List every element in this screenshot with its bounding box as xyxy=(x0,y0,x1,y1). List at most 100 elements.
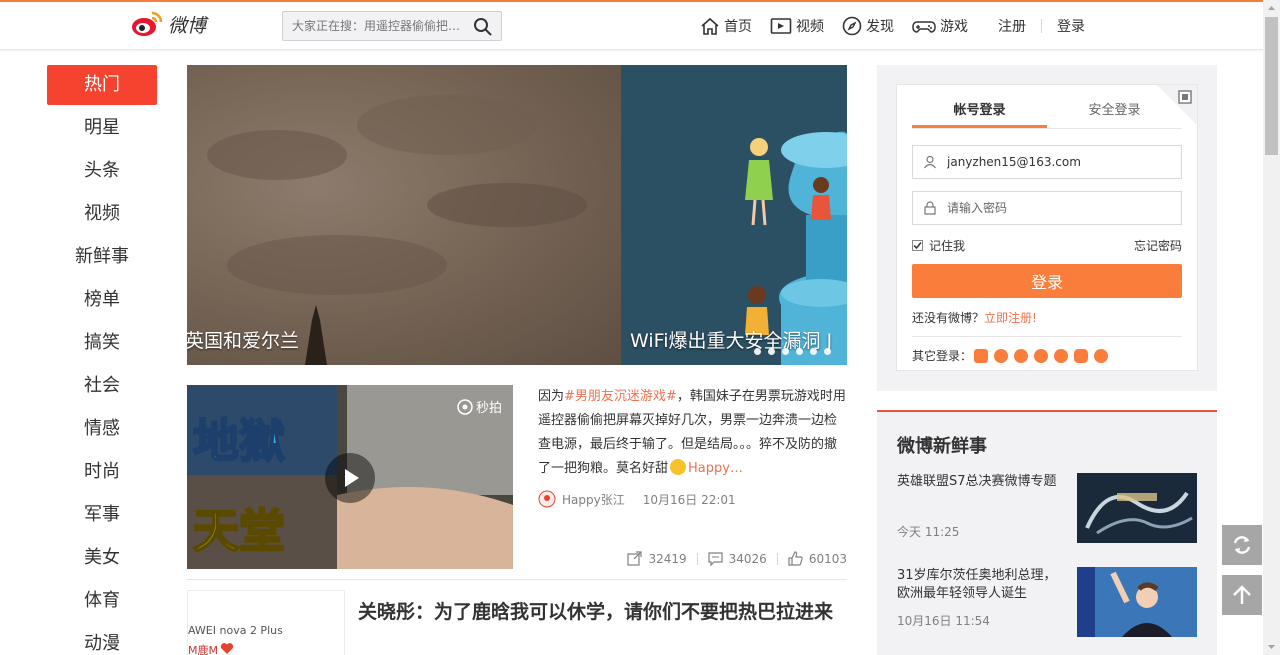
logo-text: 微博 xyxy=(168,14,207,37)
category-funny[interactable]: 搞笑 xyxy=(47,323,157,366)
banner-wifi-illustration xyxy=(745,131,847,365)
tianyi-login-icon[interactable] xyxy=(1034,348,1049,363)
carousel-dot[interactable] xyxy=(824,348,831,355)
other-login: 其它登录： xyxy=(912,347,1109,364)
play-button[interactable] xyxy=(325,453,375,503)
category-hot[interactable]: 热门 xyxy=(47,65,157,105)
stat-divider xyxy=(776,552,778,565)
share-stat[interactable]: 32419 xyxy=(627,551,687,566)
feed-item: AWEI nova 2 Plus M鹿M 关晓彤：为了鹿晗我可以休学，请你们不要… xyxy=(187,590,847,655)
post-time: 10月16日 22:01 xyxy=(642,492,736,507)
carousel-dot[interactable] xyxy=(796,348,803,355)
password-input[interactable] xyxy=(947,192,1177,224)
paw-login-icon[interactable] xyxy=(1094,348,1109,363)
feed-title[interactable]: 关晓彤：为了鹿晗我可以休学，请你们不要把热巴拉进来 xyxy=(358,600,848,625)
search-input[interactable] xyxy=(283,12,468,40)
scroll-up-arrow-icon[interactable] xyxy=(1263,0,1280,17)
register-link[interactable]: 注册 xyxy=(998,16,1026,36)
comment-stat[interactable]: 34026 xyxy=(708,551,767,566)
back-to-top-button[interactable] xyxy=(1222,575,1262,615)
remember-label: 记住我 xyxy=(929,239,966,253)
category-society[interactable]: 社会 xyxy=(47,366,157,409)
category-stars[interactable]: 明星 xyxy=(47,108,157,151)
username-field xyxy=(912,145,1182,179)
feed-text: 因为#男朋友沉迷游戏#，韩国妹子在男票玩游戏时用遥控器偷偷把屏幕灭掉好几次，男票… xyxy=(538,385,848,481)
category-fashion[interactable]: 时尚 xyxy=(47,452,157,495)
nav-games[interactable]: 游戏 xyxy=(912,16,968,36)
feed-thumbnail[interactable]: AWEI nova 2 Plus M鹿M xyxy=(187,590,345,655)
login-link[interactable]: 登录 xyxy=(1057,16,1085,36)
news-item-text[interactable]: 英雄联盟S7总决赛微博专题 xyxy=(897,473,1062,491)
carousel-dot[interactable] xyxy=(754,348,761,355)
stat-divider xyxy=(696,552,698,565)
nav-video[interactable]: 视频 xyxy=(770,16,824,36)
category-military[interactable]: 军事 xyxy=(47,495,157,538)
checkmark-icon xyxy=(913,242,922,250)
search-box xyxy=(282,11,502,41)
category-beauty[interactable]: 美女 xyxy=(47,538,157,581)
scrollbar-thumb[interactable] xyxy=(1265,17,1278,155)
page: 微博 首页 视频 xyxy=(0,0,1280,655)
category-anime[interactable]: 动漫 xyxy=(47,624,157,655)
nav-discover[interactable]: 发现 xyxy=(842,16,894,36)
username-input[interactable] xyxy=(947,146,1177,178)
flower-login-icon[interactable] xyxy=(1074,348,1089,363)
category-video[interactable]: 视频 xyxy=(47,194,157,237)
tab-account-login[interactable]: 帐号登录 xyxy=(912,97,1047,128)
login-button[interactable]: 登录 xyxy=(912,264,1182,298)
forgot-password-link[interactable]: 忘记密码 xyxy=(1134,237,1182,254)
banner-carousel[interactable]: 英国和爱尔兰 WiFi爆出重大安全漏洞 J xyxy=(187,65,847,365)
carousel-dot[interactable] xyxy=(782,348,789,355)
carousel-dot[interactable] xyxy=(810,348,817,355)
remember-me[interactable]: 记住我 xyxy=(912,237,965,254)
refresh-button[interactable] xyxy=(1222,525,1262,565)
hashtag-link[interactable]: #男朋友沉迷游戏# xyxy=(564,389,677,404)
video-thumbnail[interactable]: 地獄 天堂 秒拍 xyxy=(187,385,513,569)
news-politician-image[interactable] xyxy=(1077,567,1197,637)
thumb-line-2: M鹿M xyxy=(188,644,218,655)
top-nav: 首页 视频 发现 游戏 注册 登录 xyxy=(700,16,1085,36)
nav-divider xyxy=(1041,19,1042,33)
news-item-text[interactable]: 31岁库尔茨任奥地利总理，欧洲最年轻领导人诞生 xyxy=(897,567,1062,603)
category-emotion[interactable]: 情感 xyxy=(47,409,157,452)
news-dragon-image[interactable] xyxy=(1077,473,1197,543)
category-rankings[interactable]: 榜单 xyxy=(47,280,157,323)
thumb-text-bottom: 天堂 xyxy=(193,504,285,558)
category-sports[interactable]: 体育 xyxy=(47,581,157,624)
nav-games-label: 游戏 xyxy=(940,19,968,35)
scroll-down-arrow-icon[interactable] xyxy=(1263,638,1280,655)
sina-blog-login-icon[interactable] xyxy=(1014,348,1029,363)
emoji-icon xyxy=(670,459,687,475)
news-item[interactable]: 英雄联盟S7总决赛微博专题 今天 11:25 xyxy=(897,473,1197,545)
remember-checkbox[interactable] xyxy=(912,240,923,251)
like-stat[interactable]: 60103 xyxy=(788,551,847,566)
tab-secure-login[interactable]: 安全登录 xyxy=(1047,97,1182,128)
lock-icon xyxy=(924,201,936,215)
feed-meta: Happy张江 10月16日 22:01 xyxy=(538,490,736,508)
banner-slide-sky[interactable]: 英国和爱尔兰 xyxy=(187,65,621,365)
comment-count: 34026 xyxy=(728,551,767,566)
register-now-link[interactable]: 立即注册! xyxy=(984,311,1037,325)
nav-home[interactable]: 首页 xyxy=(700,16,752,36)
carousel-dot[interactable] xyxy=(768,348,775,355)
author-avatar-icon[interactable] xyxy=(538,490,556,508)
qq-login-icon[interactable] xyxy=(994,348,1009,363)
comment-icon xyxy=(708,552,723,566)
weibo-logo[interactable]: 微博 xyxy=(130,10,206,38)
plus-login-icon[interactable] xyxy=(1054,348,1069,363)
taobao-login-icon[interactable] xyxy=(974,348,989,363)
like-count: 60103 xyxy=(808,551,847,566)
search-icon[interactable] xyxy=(473,17,493,37)
video-icon xyxy=(770,18,792,34)
page-scrollbar[interactable] xyxy=(1263,0,1280,655)
banner-slide-wifi[interactable]: WiFi爆出重大安全漏洞 J xyxy=(621,65,847,365)
thumbs-up-icon xyxy=(788,551,803,566)
header: 微博 首页 视频 xyxy=(0,2,1263,50)
category-fresh[interactable]: 新鲜事 xyxy=(47,237,157,280)
author-name[interactable]: Happy张江 xyxy=(562,491,625,508)
register-prompt: 还没有微博？立即注册! xyxy=(912,309,1182,337)
category-headlines[interactable]: 头条 xyxy=(47,151,157,194)
feed-text-prefix: 因为 xyxy=(538,389,565,404)
feed-text-more[interactable]: Happy… xyxy=(688,461,743,476)
news-item[interactable]: 31岁库尔茨任奥地利总理，欧洲最年轻领导人诞生 10月16日 11:54 xyxy=(897,567,1197,639)
